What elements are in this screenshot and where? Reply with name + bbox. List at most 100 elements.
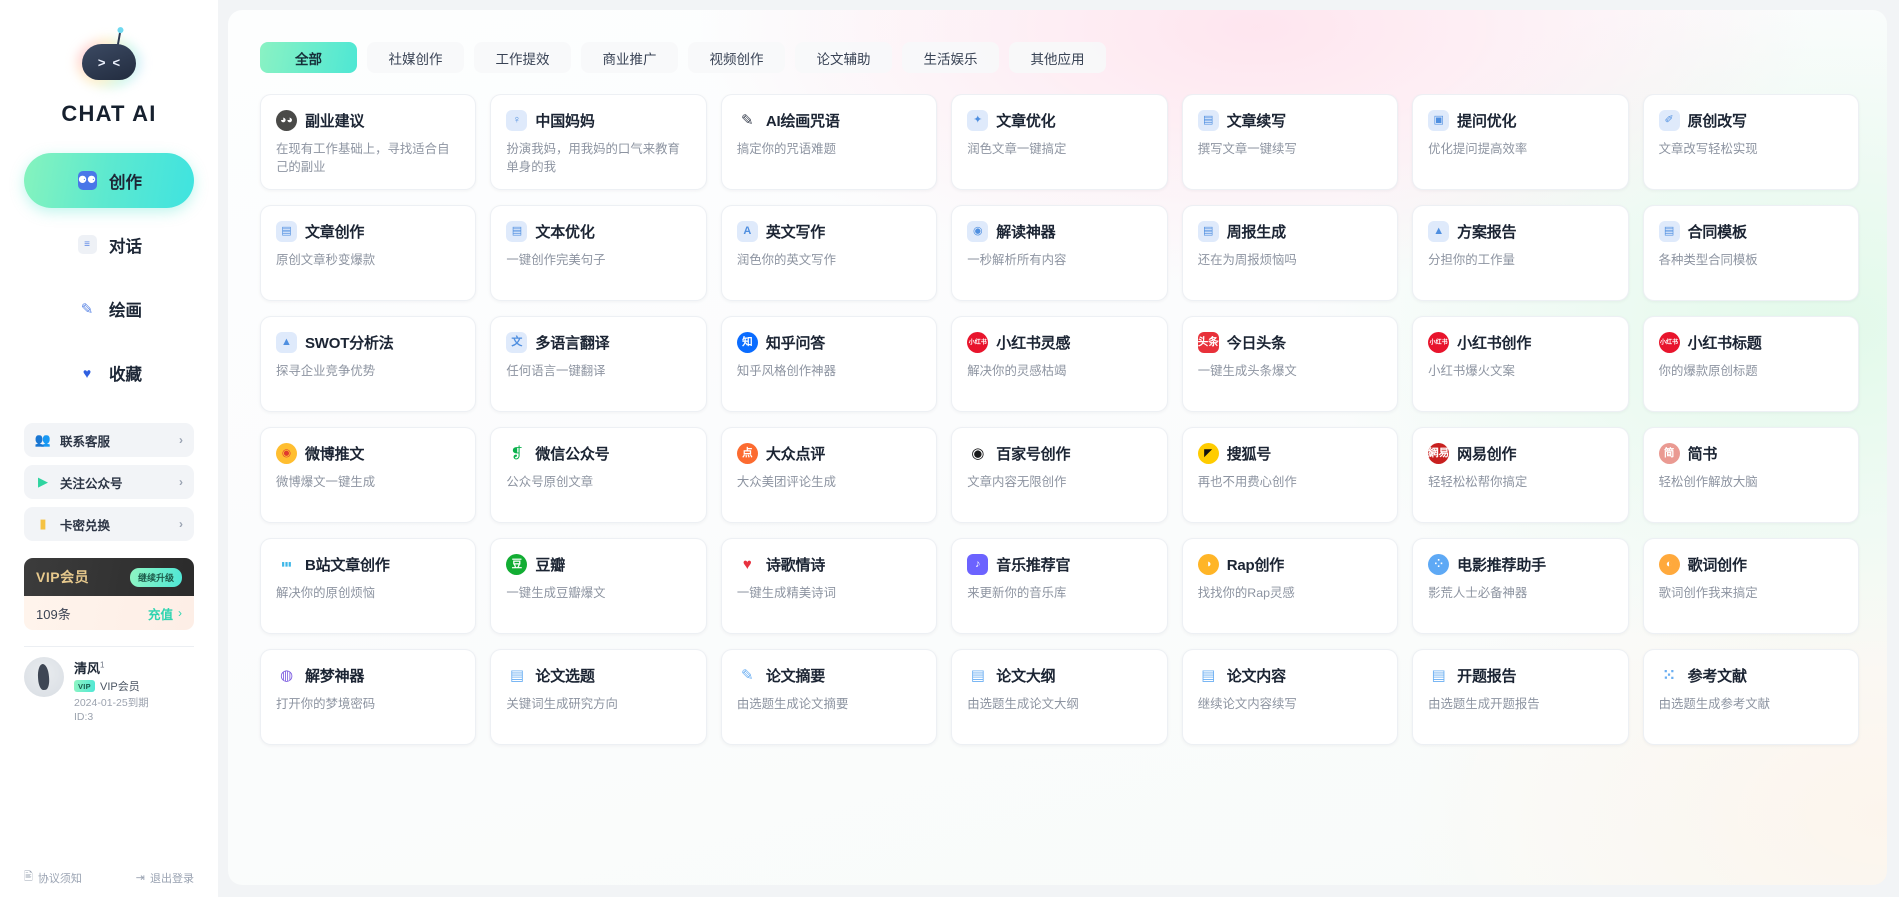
tab-6[interactable]: 生活娱乐	[902, 42, 999, 73]
app-card[interactable]: ▤ 论文内容 继续论文内容续写	[1181, 649, 1399, 745]
card-description: 由选题生成参考文献	[1658, 697, 1771, 711]
sidebar-item-label: 收藏	[109, 365, 142, 384]
user-expiry: 2024-01-25到期	[74, 697, 149, 709]
app-card[interactable]: ◉ 微博推文 微博爆文一键生成	[260, 427, 477, 523]
app-card[interactable]: ▤ 周报生成 还在为周报烦恼吗	[1181, 205, 1399, 301]
app-card[interactable]: ▤ 论文选题 关键词生成研究方向	[490, 649, 707, 745]
card-head: ✦ 文章优化	[967, 110, 1151, 131]
card-title: 简书	[1687, 446, 1718, 463]
app-card[interactable]: ◍ 解梦神器 打开你的梦境密码	[260, 649, 477, 745]
xiaohongshu-icon: 小红书	[1658, 332, 1680, 353]
app-card[interactable]: ◉ 百家号创作 文章内容无限创作	[951, 427, 1168, 523]
user-name: 清风1	[74, 658, 149, 677]
app-card[interactable]: ◑ Rap创作 找找你的Rap灵感	[1181, 538, 1399, 634]
swot-icon: ▲	[276, 332, 297, 353]
sidebar: > < CHAT AI ⚈⚈ 创作 ≡ 对话 ✎ 绘画 ♥ 收藏 👥 联系客服 …	[0, 0, 218, 897]
app-card[interactable]: 点大众点评 大众美团评论生成	[720, 427, 938, 523]
card-title: 小红书创作	[1457, 335, 1532, 352]
paper-outline-icon: ▤	[970, 667, 985, 684]
card-description: 一键生成精美诗词	[736, 586, 836, 600]
card-title: 小红书标题	[1687, 335, 1762, 352]
card-head: ♥ 诗歌情诗	[737, 554, 921, 575]
app-card[interactable]: ◤ 搜狐号 再也不用费心创作	[1181, 427, 1399, 523]
app-card[interactable]: 豆豆瓣 一键生成豆瓣爆文	[490, 538, 707, 634]
user-name-text: 清风	[74, 661, 101, 676]
app-card[interactable]: ▲ 方案报告 分担你的工作量	[1412, 205, 1629, 301]
credit-row[interactable]: 109条 充值 ›	[24, 596, 194, 630]
app-card[interactable]: ✐ 原创改写 文章改写轻松实现	[1642, 94, 1859, 190]
app-card[interactable]: ❡ 微信公众号 公众号原创文章	[490, 427, 707, 523]
sidebar-nav: ⚈⚈ 创作 ≡ 对话 ✎ 绘画 ♥ 收藏	[24, 153, 194, 409]
app-card[interactable]: ⁘ 电影推荐助手 影荒人士必备神器	[1412, 538, 1629, 634]
app-card[interactable]: 知知乎问答 知乎风格创作神器	[720, 316, 938, 412]
user-vip-row: VIP VIP会员	[74, 678, 149, 694]
card-title: B站文章创作	[305, 557, 390, 574]
tab-label: 商业推广	[602, 51, 657, 67]
app-card[interactable]: ♪ 音乐推荐官 来更新你的音乐库	[951, 538, 1168, 634]
app-card[interactable]: ◐ 歌词创作 歌词创作我来搞定	[1642, 538, 1859, 634]
app-card[interactable]: A 英文写作 润色你的英文写作	[720, 205, 938, 301]
support-icon: 👥	[34, 432, 52, 447]
tab-5[interactable]: 论文辅助	[795, 42, 892, 73]
app-card[interactable]: ▤ 文章创作 原创文章秒变爆款	[260, 205, 477, 301]
app-card[interactable]: ✎ AI绘画咒语 搞定你的咒语难题	[720, 94, 938, 190]
card-description: 一键生成头条爆文	[1197, 364, 1297, 378]
app-card[interactable]: ▤ 文本优化 一键创作完美句子	[490, 205, 707, 301]
sidebar-link-card-redeem[interactable]: ▮ 卡密兑换 ›	[24, 507, 194, 541]
sidebar-link-support[interactable]: 👥 联系客服 ›	[24, 423, 194, 457]
card-description: 来更新你的音乐库	[967, 586, 1067, 600]
wechat-play-icon: ▶	[38, 474, 48, 489]
tab-0[interactable]: 全部	[260, 42, 357, 73]
logout-link[interactable]: ⇥ 退出登录	[136, 870, 194, 886]
card-head: 简简书	[1658, 443, 1843, 464]
sidebar-item-creation[interactable]: ⚈⚈ 创作	[24, 153, 194, 208]
app-card[interactable]: ▤ 文章续写 撰写文章一键续写	[1181, 94, 1399, 190]
card-head: ✎ AI绘画咒语	[737, 110, 921, 131]
app-card[interactable]: 头条 今日头条 一键生成头条爆文	[1181, 316, 1399, 412]
app-card[interactable]: ⁙ 参考文献 由选题生成参考文献	[1642, 649, 1859, 745]
app-card[interactable]: 網易 网易创作 轻轻松松帮你搞定	[1412, 427, 1629, 523]
app-card[interactable]: ▣ 提问优化 优化提问提高效率	[1412, 94, 1629, 190]
app-card[interactable]: ✦ 文章优化 润色文章一键搞定	[951, 94, 1168, 190]
app-card[interactable]: ◉ 解读神器 一秒解析所有内容	[951, 205, 1168, 301]
topup-button[interactable]: 充值	[148, 604, 173, 623]
card-title: 今日头条	[1226, 335, 1286, 352]
app-card[interactable]: ▲ SWOT分析法 探寻企业竞争优势	[260, 316, 477, 412]
app-card[interactable]: ▤ 论文大纲 由选题生成论文大纲	[951, 649, 1168, 745]
vip-upgrade-badge[interactable]: 继续升级	[129, 567, 182, 587]
app-card[interactable]: 小红书 小红书创作 小红书爆火文案	[1412, 316, 1629, 412]
edit-doc-icon: ✦	[967, 110, 989, 131]
card-head: ▤ 合同模板	[1658, 221, 1843, 242]
tab-label: 论文辅助	[816, 51, 871, 67]
app-card[interactable]: ▤ 开题报告 由选题生成开题报告	[1412, 649, 1629, 745]
app-card[interactable]: ◕◕ 副业建议 在现有工作基础上，寻找适合自己的副业	[260, 94, 477, 190]
app-card[interactable]: 小红书 小红书标题 你的爆款原创标题	[1642, 316, 1859, 412]
sidebar-item-chat[interactable]: ≡ 对话	[24, 217, 194, 272]
sidebar-item-favorites[interactable]: ♥ 收藏	[24, 345, 194, 400]
app-card[interactable]: ▮▮▮ B站文章创作 解决你的原创烦恼	[260, 538, 477, 634]
card-description: 文章内容无限创作	[967, 475, 1067, 489]
sidebar-link-official-account[interactable]: ▶ 关注公众号 ›	[24, 465, 194, 499]
vip-card[interactable]: VIP会员 继续升级	[24, 558, 194, 596]
agreement-link[interactable]: 🖹 协议须知	[24, 868, 82, 887]
app-card[interactable]: ♀ 中国妈妈 扮演我妈，用我妈的口气来教育单身的我	[490, 94, 707, 190]
tab-2[interactable]: 工作提效	[474, 42, 571, 73]
app-card[interactable]: 文多语言翻译 任何语言一键翻译	[490, 316, 707, 412]
tab-4[interactable]: 视频创作	[688, 42, 785, 73]
app-card[interactable]: 简简书 轻松创作解放大脑	[1642, 427, 1859, 523]
app-card[interactable]: ✎ 论文摘要 由选题生成论文摘要	[720, 649, 938, 745]
card-description: 由选题生成开题报告	[1428, 697, 1540, 711]
app-card[interactable]: ♥ 诗歌情诗一键生成精美诗词	[720, 538, 938, 634]
app-card[interactable]: ▤ 合同模板 各种类型合同模板	[1642, 205, 1859, 301]
user-profile[interactable]: 清风1 VIP VIP会员 2024-01-25到期 ID:3	[24, 657, 194, 723]
app-card[interactable]: 小红书 小红书灵感 解决你的灵感枯竭	[951, 316, 1168, 412]
tab-label: 社媒创作	[388, 51, 443, 67]
tab-3[interactable]: 商业推广	[581, 42, 678, 73]
app-grid-scroll[interactable]: ◕◕ 副业建议 在现有工作基础上，寻找适合自己的副业 ♀ 中国妈妈 扮演我妈，用我妈的口气…	[228, 94, 1887, 854]
sidebar-item-drawing[interactable]: ✎ 绘画	[24, 281, 194, 336]
tab-7[interactable]: 其他应用	[1009, 42, 1106, 73]
tab-1[interactable]: 社媒创作	[367, 42, 464, 73]
card-head: ◤ 搜狐号	[1197, 443, 1382, 464]
logout-icon: ⇥	[135, 872, 145, 884]
card-title: SWOT分析法	[305, 335, 394, 352]
